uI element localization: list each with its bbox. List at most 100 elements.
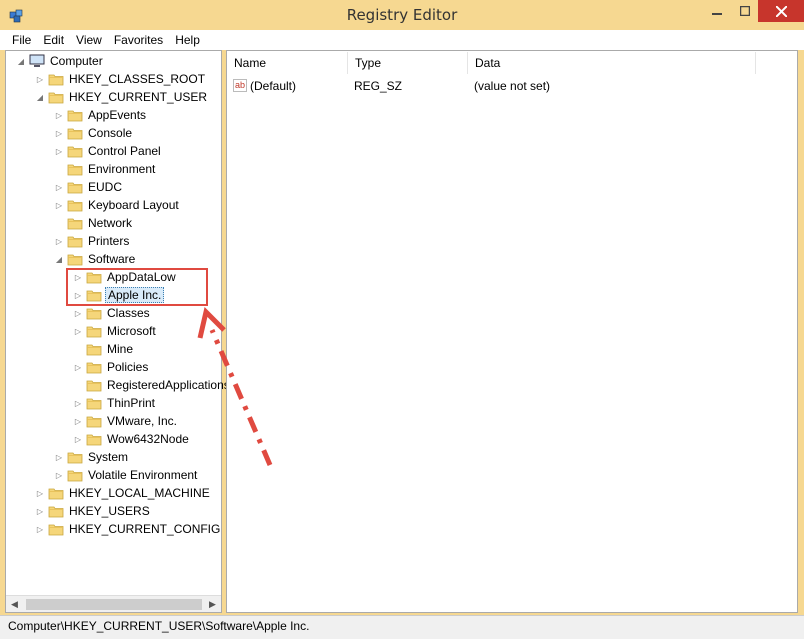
collapse-arrow-icon[interactable]: ◢ <box>54 254 64 264</box>
expand-arrow-icon[interactable]: ▷ <box>73 326 83 336</box>
tree-horizontal-scrollbar[interactable]: ◀ ▶ <box>6 595 221 612</box>
tree-node-label[interactable]: AppEvents <box>86 108 148 122</box>
tree-node-label[interactable]: Control Panel <box>86 144 163 158</box>
tree-node-microsoft[interactable]: ▷ Microsoft <box>73 322 158 340</box>
expand-arrow-icon[interactable]: ▷ <box>73 362 83 372</box>
values-list-pane[interactable] <box>226 50 798 613</box>
menu-view[interactable]: View <box>70 30 108 50</box>
tree-node-appevents[interactable]: ▷ AppEvents <box>54 106 148 124</box>
tree-node-label[interactable]: RegisteredApplications <box>105 378 232 392</box>
folder-icon <box>67 450 86 464</box>
expand-arrow-icon[interactable]: ▷ <box>35 506 45 516</box>
value-name[interactable]: (Default) <box>250 77 296 95</box>
tree-node-printers[interactable]: ▷ Printers <box>54 232 131 250</box>
tree-node-label[interactable]: HKEY_CURRENT_USER <box>67 90 209 104</box>
tree-node-vmware-inc-[interactable]: ▷ VMware, Inc. <box>73 412 179 430</box>
tree-node-label[interactable]: EUDC <box>86 180 124 194</box>
column-header-type[interactable]: Type <box>348 52 468 74</box>
expand-arrow-icon[interactable]: ▷ <box>54 236 64 246</box>
folder-icon <box>48 522 67 536</box>
expand-arrow-icon[interactable]: ▷ <box>35 524 45 534</box>
tree-node-label[interactable]: HKEY_CLASSES_ROOT <box>67 72 207 86</box>
tree-node-policies[interactable]: ▷ Policies <box>73 358 150 376</box>
value-type: REG_SZ <box>354 79 403 93</box>
tree-node-mine[interactable]: Mine <box>73 340 135 358</box>
minimize-icon <box>712 13 722 15</box>
tree-node-label[interactable]: VMware, Inc. <box>105 414 179 428</box>
tree-node-label[interactable]: Classes <box>105 306 152 320</box>
folder-icon <box>48 486 67 500</box>
close-button[interactable] <box>758 0 804 22</box>
tree-node-computer[interactable]: ◢ Computer <box>16 52 105 70</box>
tree-node-system[interactable]: ▷ System <box>54 448 130 466</box>
tree-node-registeredapplications[interactable]: RegisteredApplications <box>73 376 232 394</box>
tree-node-software[interactable]: ◢ Software <box>54 250 137 268</box>
expand-arrow-icon[interactable]: ▷ <box>54 146 64 156</box>
tree-node-label[interactable]: Computer <box>48 54 105 68</box>
tree-node-label[interactable]: Environment <box>86 162 157 176</box>
folder-icon <box>67 162 86 176</box>
tree-node-label[interactable]: Keyboard Layout <box>86 198 181 212</box>
tree-node-hkey-local-machine[interactable]: ▷ HKEY_LOCAL_MACHINE <box>35 484 212 502</box>
menu-favorites[interactable]: Favorites <box>108 30 169 50</box>
tree-node-label[interactable]: HKEY_LOCAL_MACHINE <box>67 486 212 500</box>
tree-node-label[interactable]: ThinPrint <box>105 396 157 410</box>
column-header-data[interactable]: Data <box>468 52 756 74</box>
menu-help[interactable]: Help <box>169 30 206 50</box>
expand-arrow-icon[interactable]: ▷ <box>54 182 64 192</box>
maximize-icon <box>740 6 750 16</box>
tree-node-control-panel[interactable]: ▷ Control Panel <box>54 142 163 160</box>
tree-node-network[interactable]: Network <box>54 214 134 232</box>
tree-node-wow6432node[interactable]: ▷ Wow6432Node <box>73 430 191 448</box>
tree-node-hkey-current-user[interactable]: ◢ HKEY_CURRENT_USER <box>35 88 209 106</box>
tree-node-classes[interactable]: ▷ Classes <box>73 304 152 322</box>
expand-arrow-icon[interactable]: ▷ <box>54 470 64 480</box>
tree-node-environment[interactable]: Environment <box>54 160 157 178</box>
expand-arrow-icon[interactable]: ▷ <box>35 74 45 84</box>
column-header-name[interactable]: Name <box>227 52 348 74</box>
tree-node-label[interactable]: Software <box>86 252 137 266</box>
expand-arrow-icon[interactable]: ▷ <box>73 434 83 444</box>
expand-arrow-icon[interactable]: ▷ <box>73 308 83 318</box>
expand-arrow-icon[interactable]: ▷ <box>54 200 64 210</box>
expand-arrow-icon[interactable]: ▷ <box>54 452 64 462</box>
tree-node-thinprint[interactable]: ▷ ThinPrint <box>73 394 157 412</box>
tree-node-eudc[interactable]: ▷ EUDC <box>54 178 124 196</box>
collapse-arrow-icon[interactable]: ◢ <box>35 92 45 102</box>
tree-node-label[interactable]: Network <box>86 216 134 230</box>
tree-node-label[interactable]: HKEY_CURRENT_CONFIG <box>67 522 222 536</box>
tree-node-label[interactable]: Microsoft <box>105 324 158 338</box>
tree-node-label[interactable]: System <box>86 450 130 464</box>
folder-icon <box>86 342 105 356</box>
folder-icon <box>86 306 105 320</box>
tree-node-label[interactable]: HKEY_USERS <box>67 504 152 518</box>
tree-node-hkey-current-config[interactable]: ▷ HKEY_CURRENT_CONFIG <box>35 520 222 538</box>
minimize-button[interactable] <box>706 0 728 22</box>
expand-arrow-icon[interactable]: ▷ <box>73 398 83 408</box>
tree-node-label[interactable]: Volatile Environment <box>86 468 199 482</box>
scroll-left-arrow-icon[interactable]: ◀ <box>6 596 23 613</box>
tree-node-keyboard-layout[interactable]: ▷ Keyboard Layout <box>54 196 181 214</box>
folder-icon <box>67 144 86 158</box>
collapse-arrow-icon[interactable]: ◢ <box>16 56 26 66</box>
expand-arrow-icon[interactable]: ▷ <box>54 110 64 120</box>
tree-node-label[interactable]: Printers <box>86 234 131 248</box>
expand-arrow-icon[interactable]: ▷ <box>35 488 45 498</box>
tree-node-volatile-environment[interactable]: ▷ Volatile Environment <box>54 466 199 484</box>
scroll-right-arrow-icon[interactable]: ▶ <box>204 596 221 613</box>
menu-file[interactable]: File <box>6 30 37 50</box>
tree-node-label[interactable]: Policies <box>105 360 150 374</box>
tree-node-hkey-classes-root[interactable]: ▷ HKEY_CLASSES_ROOT <box>35 70 207 88</box>
tree-node-hkey-users[interactable]: ▷ HKEY_USERS <box>35 502 152 520</box>
maximize-button[interactable] <box>734 0 756 22</box>
menu-edit[interactable]: Edit <box>37 30 70 50</box>
expand-arrow-icon[interactable]: ▷ <box>54 128 64 138</box>
tree-node-console[interactable]: ▷ Console <box>54 124 134 142</box>
scroll-thumb[interactable] <box>26 599 202 610</box>
tree-node-label[interactable]: Console <box>86 126 134 140</box>
tree-node-label[interactable]: Mine <box>105 342 135 356</box>
expand-arrow-icon[interactable]: ▷ <box>73 416 83 426</box>
tree-node-label[interactable]: Wow6432Node <box>105 432 191 446</box>
